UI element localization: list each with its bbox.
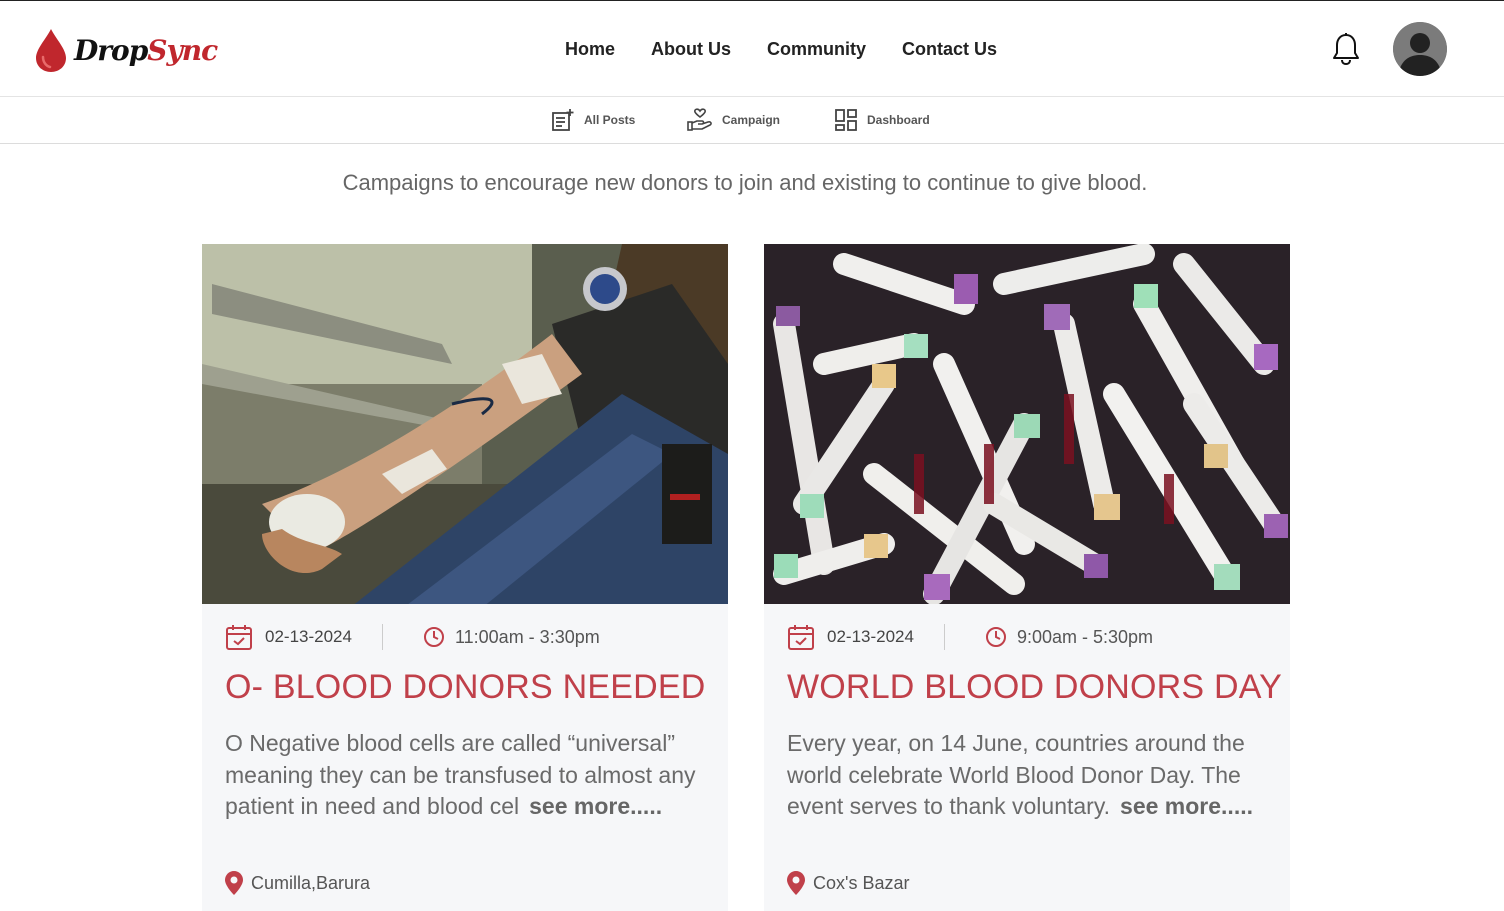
avatar[interactable] — [1393, 22, 1447, 76]
location-pin-icon — [225, 871, 243, 895]
nav-community[interactable]: Community — [767, 37, 866, 61]
campaign-description: O Negative blood cells are called “unive… — [225, 728, 710, 823]
nav-home[interactable]: Home — [565, 37, 615, 61]
sub-nav: All Posts Campaign Dashboard — [0, 97, 1504, 144]
subnav-dashboard[interactable]: Dashboard — [834, 107, 930, 133]
campaign-meta: 02-13-2024 11:00am - 3:30pm — [225, 622, 705, 652]
subnav-all-posts[interactable]: All Posts — [551, 107, 635, 133]
logo-text: DropSync — [74, 33, 218, 67]
dashboard-grid-icon — [835, 109, 857, 131]
campaign-location: Cox's Bazar — [787, 871, 909, 895]
logo-text-sync: Sync — [147, 33, 218, 67]
see-more-link[interactable]: see more..... — [1120, 793, 1253, 819]
subnav-all-posts-label: All Posts — [584, 113, 636, 127]
campaign-location-text: Cox's Bazar — [813, 872, 910, 893]
logo[interactable]: DropSync — [34, 27, 218, 73]
clock-icon — [423, 627, 444, 647]
main-nav: Home About Us Community Contact Us — [565, 37, 997, 61]
meta-divider — [381, 624, 383, 650]
campaign-card[interactable]: 02-13-2024 9:00am - 5:30pm WORLD BLOOD D… — [764, 244, 1290, 911]
campaign-time-text: 11:00am - 3:30pm — [454, 626, 600, 647]
subnav-dashboard-label: Dashboard — [867, 113, 930, 127]
blood-drop-icon — [36, 29, 66, 72]
campaign-card[interactable]: 02-13-2024 11:00am - 3:30pm O- BLOOD DON… — [202, 244, 728, 911]
hand-heart-icon — [687, 108, 712, 131]
subnav-campaign[interactable]: Campaign — [687, 107, 780, 133]
campaign-date: 02-13-2024 — [787, 623, 914, 651]
nav-about-us[interactable]: About Us — [651, 37, 731, 61]
see-more-link[interactable]: see more..... — [529, 793, 662, 819]
meta-divider — [943, 624, 945, 650]
campaign-time-text: 9:00am - 5:30pm — [1016, 626, 1154, 647]
nav-contact-us[interactable]: Contact Us — [902, 37, 997, 61]
calendar-icon — [226, 625, 252, 650]
page-tagline: Campaigns to encourage new donors to joi… — [342, 170, 1148, 195]
campaign-description: Every year, on 14 June, countries around… — [787, 728, 1272, 823]
header: DropSync Home About Us Community Contact… — [0, 1, 1504, 97]
campaign-location-text: Cumilla,Barura — [251, 872, 371, 893]
avatar-icon — [1393, 22, 1447, 76]
campaign-image-blood-tubes — [764, 244, 1290, 604]
campaign-title[interactable]: O- BLOOD DONORS NEEDED — [225, 668, 705, 707]
clock-icon — [985, 627, 1006, 647]
campaign-meta: 02-13-2024 9:00am - 5:30pm — [787, 622, 1267, 652]
campaign-date: 02-13-2024 — [225, 623, 352, 651]
campaign-time: 9:00am - 5:30pm — [985, 626, 1153, 648]
campaign-location: Cumilla,Barura — [225, 871, 370, 895]
add-post-icon — [552, 109, 574, 131]
campaign-date-text: 02-13-2024 — [265, 627, 352, 646]
campaign-image-blood-donation — [202, 244, 728, 604]
calendar-icon — [788, 625, 814, 650]
location-pin-icon — [787, 871, 805, 895]
logo-text-drop: Drop — [74, 33, 148, 67]
campaign-date-text: 02-13-2024 — [827, 627, 914, 646]
campaign-time: 11:00am - 3:30pm — [423, 626, 600, 648]
bell-icon[interactable] — [1331, 32, 1361, 66]
subnav-campaign-label: Campaign — [722, 113, 781, 127]
campaign-title[interactable]: WORLD BLOOD DONORS DAY — [787, 668, 1282, 707]
